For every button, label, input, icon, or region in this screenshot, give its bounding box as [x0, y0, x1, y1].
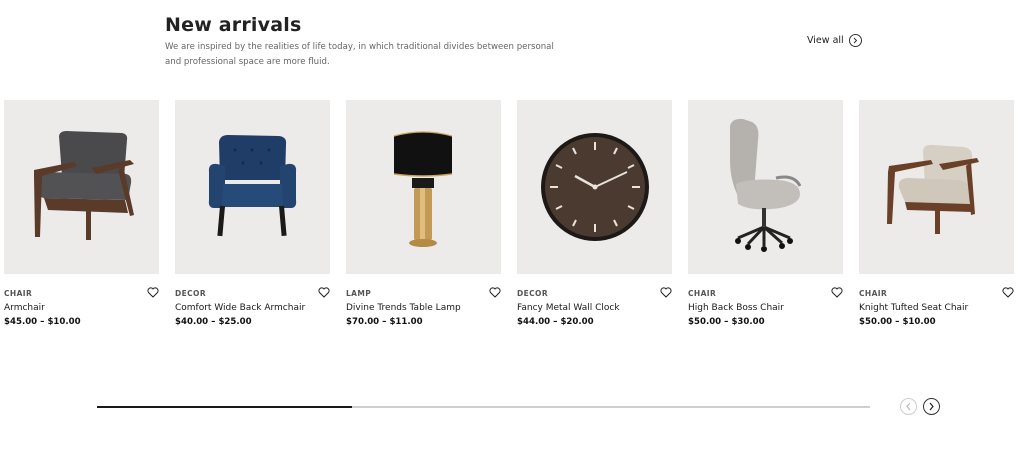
- view-all-label: View all: [807, 35, 844, 46]
- product-name[interactable]: Knight Tufted Seat Chair: [859, 303, 968, 313]
- product-category: CHAIR: [688, 289, 717, 298]
- heart-icon[interactable]: [831, 287, 843, 298]
- carousel-scrollbar-thumb[interactable]: [97, 406, 353, 408]
- product-image-table-lamp[interactable]: [346, 100, 501, 274]
- product-price: $40.00 – $25.00: [175, 317, 252, 327]
- chevron-right-icon: [848, 34, 862, 47]
- product-card[interactable]: CHAIR High Back Boss Chair $50.00 – $30.…: [688, 100, 843, 327]
- product-card[interactable]: CHAIR Armchair $45.00 – $10.00: [4, 100, 159, 327]
- product-image-wall-clock[interactable]: [517, 100, 672, 274]
- product-card[interactable]: LAMP Divine Trends Table Lamp $70.00 – $…: [346, 100, 501, 327]
- section-description: We are inspired by the realities of life…: [165, 42, 554, 67]
- product-category: LAMP: [346, 289, 372, 298]
- product-category: DECOR: [175, 289, 207, 298]
- product-name[interactable]: Divine Trends Table Lamp: [346, 303, 461, 313]
- product-name[interactable]: High Back Boss Chair: [688, 303, 784, 313]
- product-price: $44.00 – $20.00: [517, 317, 594, 327]
- heart-icon[interactable]: [318, 287, 330, 298]
- product-price: $50.00 – $30.00: [688, 317, 765, 327]
- heart-icon[interactable]: [147, 287, 159, 298]
- view-all-link[interactable]: View all: [807, 34, 862, 47]
- product-name[interactable]: Armchair: [4, 303, 45, 313]
- product-card[interactable]: DECOR Comfort Wide Back Armchair $40.00 …: [175, 100, 330, 327]
- product-card[interactable]: CHAIR Knight Tufted Seat Chair $50.00 – …: [859, 100, 1014, 327]
- product-category: DECOR: [517, 289, 549, 298]
- product-category: CHAIR: [859, 289, 888, 298]
- product-card[interactable]: DECOR Fancy Metal Wall Clock $44.00 – $2…: [517, 100, 672, 327]
- carousel-scrollbar[interactable]: [97, 406, 870, 408]
- product-price: $45.00 – $10.00: [4, 317, 81, 327]
- heart-icon[interactable]: [660, 287, 672, 298]
- carousel-prev-button[interactable]: [900, 398, 917, 415]
- product-name[interactable]: Fancy Metal Wall Clock: [517, 303, 620, 313]
- product-image-blue-tufted-armchair[interactable]: [175, 100, 330, 274]
- product-price: $70.00 – $11.00: [346, 317, 423, 327]
- heart-icon[interactable]: [1002, 287, 1014, 298]
- product-image-cream-armchair[interactable]: [859, 100, 1014, 274]
- product-image-armchair[interactable]: [4, 100, 159, 274]
- chevron-left-icon: [906, 402, 911, 411]
- product-category: CHAIR: [4, 289, 33, 298]
- carousel-next-button[interactable]: [923, 398, 940, 415]
- chevron-right-icon: [929, 402, 934, 411]
- section-title: New arrivals: [165, 14, 302, 36]
- product-image-office-chair[interactable]: [688, 100, 843, 274]
- heart-icon[interactable]: [489, 287, 501, 298]
- product-price: $50.00 – $10.00: [859, 317, 936, 327]
- product-name[interactable]: Comfort Wide Back Armchair: [175, 303, 305, 313]
